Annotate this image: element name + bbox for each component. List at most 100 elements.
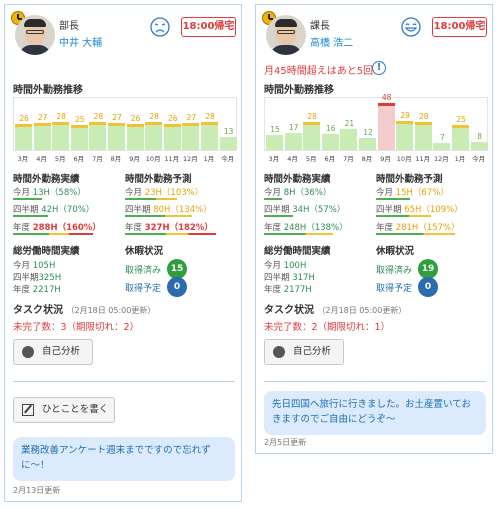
employee-card-nakai: 部長 中井 大輔 18:00帰宅 時間外勤務推移 26 27 28 25 28 27 26 2… [4,4,242,502]
self-analysis-button[interactable]: 自己分析 [13,339,93,365]
divider [13,381,235,382]
forecast-row: 四半期 65H（109%） [376,205,463,215]
chart-month-label: 5月 [305,155,317,163]
chart-value-label: 8 [477,132,482,142]
chart-value-label: 26 [130,114,141,124]
chart-value-label: 12 [363,128,373,138]
chart-plot-area: 26 27 28 25 28 27 26 28 26 27 28 13 [13,97,237,151]
chart-value-label: 28 [149,112,159,122]
leave-taken-count: 19 [418,259,438,279]
progress-line [125,233,216,235]
total-hours-title: 総労働時間実績 [264,246,331,257]
progress-line [13,233,93,235]
progress-line [264,198,282,200]
comment-date: 2月5日更新 [264,438,307,447]
forecast-row: 今月 15H（67%） [376,188,449,198]
chart-bar [433,143,451,150]
chart-month-label: 11月 [164,155,180,163]
chart-bar [108,123,125,150]
role-label: 課長 [310,21,330,32]
comment-bubble: 先日四国へ旅行に行きました。お土産置いておきますのでご自由にどうぞ〜 [264,391,486,435]
chart-bar [452,125,469,150]
sad-face-icon [150,17,170,37]
chart-month-label: 5月 [54,155,66,163]
chart-value-label: 26 [168,114,178,124]
leave-taken-label: 取得済み [376,266,413,276]
pie-chart-icon [22,346,34,358]
chart-value-label: 16 [326,124,336,134]
employee-name-link[interactable]: 高橋 浩二 [310,34,353,49]
chart-bar [470,142,488,150]
total-quarter: 四半期 317H [264,273,315,283]
chart-bar [89,122,107,150]
leave-taken-count: 15 [167,259,187,279]
forecast-row: 年度 281H（157%） [376,223,460,233]
chart-title: 時間外勤務推移 [13,85,83,96]
chart-bar [377,102,395,150]
pie-chart-icon [273,346,285,358]
chart-value-label: 27 [37,113,48,123]
chart-month-label: 4月 [287,155,298,163]
chart-value-label: 25 [75,115,85,125]
leave-time-badge: 18:00帰宅 [432,17,487,37]
forecast-row: 四半期 80H（134%） [125,205,212,215]
progress-line [13,198,42,200]
actual-row: 四半期 42H（70%） [13,205,95,215]
chart-value-label: 27 [186,113,197,123]
progress-line [264,215,293,217]
overtime-chart: 15 17 28 16 21 12 48 29 28 7 25 8 3月 4月 5月 6月 7月 8月 9月 10月 1… [264,93,488,165]
chart-month-label: 11月 [415,155,431,163]
task-status-title: タスク状況 （2月18日 05:00更新） [264,305,407,316]
chart-plot-area: 15 17 28 16 21 12 48 29 28 7 25 8 [264,93,488,151]
overtime-chart: 26 27 28 25 28 27 26 28 26 27 28 13 3月 4月 5月 6月 7月 8月 9月 10… [13,97,237,165]
chart-month-label: 9月 [380,155,391,163]
leave-time-badge: 18:00帰宅 [181,17,236,37]
chart-month-label: 9月 [129,155,140,163]
overtime-alert: 月45時間超えはあと5回 [264,66,374,77]
total-year: 年度 2177H [264,285,312,295]
chart-month-label: 6月 [324,155,336,163]
leave-title: 休暇状況 [125,246,164,257]
actual-title: 時間外勤務実績 [264,174,331,185]
chart-bar [52,122,70,150]
write-comment-button[interactable]: ひとことを書く [13,397,115,423]
chart-value-label: 15 [270,125,280,135]
total-year: 年度 2217H [13,285,61,295]
chart-month-label: 7月 [92,155,103,163]
comment-date: 2月13日更新 [13,486,61,495]
task-detail: 未完了数：2（期限切れ：1） [264,322,391,333]
progress-line [125,215,192,217]
self-analysis-button[interactable]: 自己分析 [264,339,344,365]
role-label: 部長 [59,21,79,32]
chart-bar [219,137,237,150]
chart-value-label: 21 [344,119,355,129]
chart-month-label: 10月 [145,155,161,163]
chart-value-label: 17 [288,123,299,133]
progress-line [264,233,333,235]
chart-title: 時間外勤務推移 [264,85,334,96]
chart-bar [163,124,181,150]
chart-value-label: 28 [307,112,317,122]
avatar [15,15,55,55]
chart-bar [414,122,432,150]
chart-value-label: 7 [440,133,445,143]
info-icon[interactable]: ! [372,61,386,75]
chart-value-label: 28 [419,112,429,122]
total-month: 今月 100H [264,261,307,271]
chart-month-label: 8月 [361,155,373,163]
chart-bar [201,122,218,150]
chart-month-label: 1月 [203,155,215,163]
edit-icon [22,404,34,416]
happy-face-icon [401,17,421,37]
employee-name-link[interactable]: 中井 大輔 [59,34,102,49]
chart-bar [321,134,339,150]
task-detail: 未完了数：3（期限切れ：2） [13,322,140,333]
total-hours-title: 総労働時間実績 [13,246,80,257]
chart-value-label: 28 [205,112,215,122]
chart-value-label: 27 [112,113,122,123]
chart-bar [359,138,376,150]
chart-bar [266,135,283,150]
progress-line [376,215,431,217]
actual-row: 年度 248H（138%） [264,223,348,233]
chart-value-label: 48 [381,92,392,102]
